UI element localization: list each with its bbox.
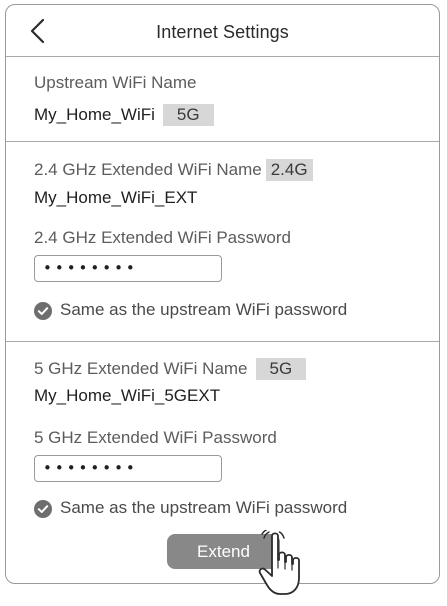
section-divider-1 (6, 141, 439, 142)
internet-settings-panel: Internet Settings Upstream WiFi Name My_… (5, 4, 440, 584)
section-divider-2 (6, 341, 439, 342)
band-5-ssid: My_Home_WiFi_5GEXT (34, 386, 221, 405)
page-title: Internet Settings (156, 22, 289, 42)
band-24-password-field[interactable]: •••••••• (34, 255, 222, 282)
check-circle-icon[interactable] (34, 500, 52, 518)
band-24-password-label: 2.4 GHz Extended WiFi Password (34, 228, 291, 247)
upstream-wifi-name-label: Upstream WiFi Name (34, 73, 197, 92)
band-5-password-label: 5 GHz Extended WiFi Password (34, 428, 277, 447)
band-5-name-label-row: 5 GHz Extended WiFi Name 5G (34, 358, 307, 380)
check-circle-icon[interactable] (34, 302, 52, 320)
band-5-password-field[interactable]: •••••••• (34, 455, 222, 482)
band-5-badge: 5G (255, 358, 307, 380)
band-24-name-label-row: 2.4 GHz Extended WiFi Name 2.4G (34, 159, 313, 181)
band-24-badge: 2.4G (265, 159, 313, 181)
upstream-wifi-name-value: My_Home_WiFi 5G (34, 104, 214, 126)
header-divider (6, 56, 439, 57)
band-24-name-label: 2.4 GHz Extended WiFi Name (34, 160, 262, 179)
upstream-band-badge: 5G (162, 104, 214, 126)
band-24-ssid: My_Home_WiFi_EXT (34, 188, 198, 207)
band-5-same-password-label: Same as the upstream WiFi password (60, 498, 348, 517)
band-24-same-password-label: Same as the upstream WiFi password (60, 300, 348, 319)
header: Internet Settings (6, 5, 439, 57)
extend-button[interactable]: Extend (167, 534, 280, 569)
upstream-ssid: My_Home_WiFi (34, 105, 155, 124)
band-5-name-label: 5 GHz Extended WiFi Name (34, 359, 248, 378)
